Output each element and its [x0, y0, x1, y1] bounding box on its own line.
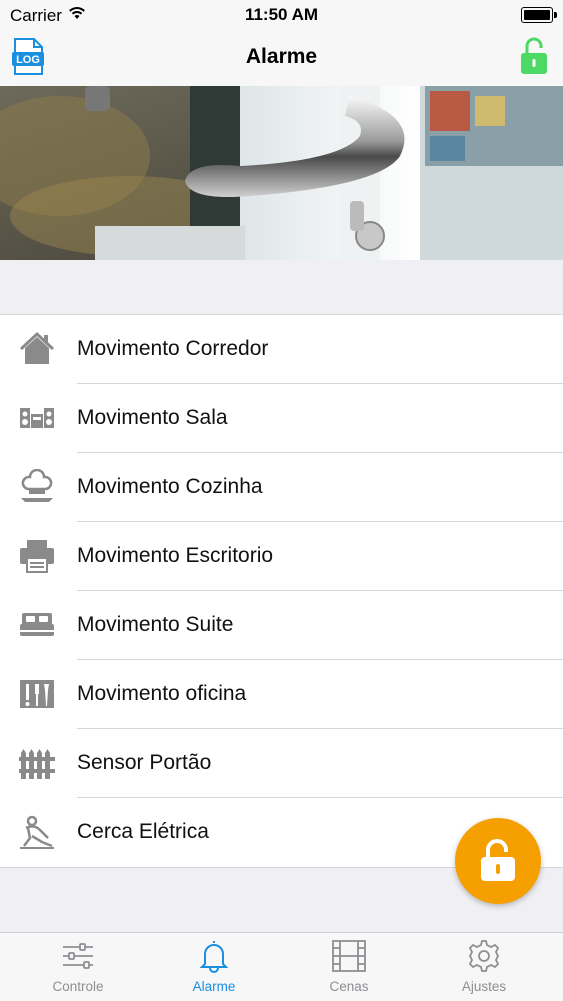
list-item[interactable]: Movimento Cozinha — [0, 453, 563, 522]
navigation-bar: LOG Alarme — [0, 30, 563, 86]
bell-icon — [199, 941, 229, 973]
tab-cenas[interactable]: Cenas — [279, 933, 419, 1001]
clock: 11:50 AM — [244, 5, 319, 24]
sensor-label: Sensor Portão — [77, 751, 212, 774]
list-item[interactable]: Movimento Sala — [0, 384, 563, 453]
bed-icon — [20, 613, 54, 636]
tab-bar: Controle Alarme Cenas Ajustes — [0, 932, 563, 1001]
printer-icon — [20, 540, 54, 573]
gear-icon — [468, 940, 500, 972]
unlock-icon — [481, 839, 515, 881]
list-item[interactable]: Movimento oficina — [0, 660, 563, 729]
sensor-label: Movimento Sala — [77, 406, 228, 429]
hero-door-handle-image — [0, 86, 563, 260]
house-icon — [19, 331, 55, 364]
sensor-list: Movimento Corredor Movimento Sala Movime… — [0, 314, 563, 868]
sliders-icon — [63, 943, 93, 969]
sensor-label: Movimento oficina — [77, 682, 247, 705]
tab-ajustes[interactable]: Ajustes — [414, 933, 554, 1001]
tab-label: Ajustes — [461, 979, 507, 994]
film-icon — [332, 940, 366, 972]
list-item[interactable]: Sensor Portão — [0, 729, 563, 798]
fence-icon — [19, 749, 55, 779]
unlock-status-button[interactable] — [519, 36, 549, 76]
page-title: Alarme — [245, 45, 318, 68]
climber-icon — [20, 815, 54, 849]
stereo-icon — [20, 408, 54, 428]
battery-icon — [521, 7, 557, 23]
status-bar: Carrier 11:50 AM — [0, 0, 563, 30]
sensor-label: Movimento Suite — [77, 613, 234, 636]
tab-controle[interactable]: Controle — [8, 933, 148, 1001]
tab-label: Cenas — [329, 979, 369, 994]
sensor-label: Movimento Corredor — [77, 337, 269, 360]
unlock-fab-button[interactable] — [455, 818, 541, 904]
tab-alarme[interactable]: Alarme — [144, 933, 284, 1001]
tab-label: Alarme — [192, 979, 236, 994]
sensor-label: Movimento Escritorio — [77, 544, 274, 567]
list-item[interactable]: Movimento Corredor — [0, 315, 563, 384]
sensor-label: Movimento Cozinha — [77, 475, 263, 498]
list-item[interactable]: Movimento Escritorio — [0, 522, 563, 591]
list-item[interactable]: Movimento Suite — [0, 591, 563, 660]
tools-icon — [20, 680, 54, 708]
tab-label: Controle — [52, 979, 104, 994]
sensor-label: Cerca Elétrica — [77, 820, 209, 843]
chef-hat-icon — [21, 469, 53, 502]
